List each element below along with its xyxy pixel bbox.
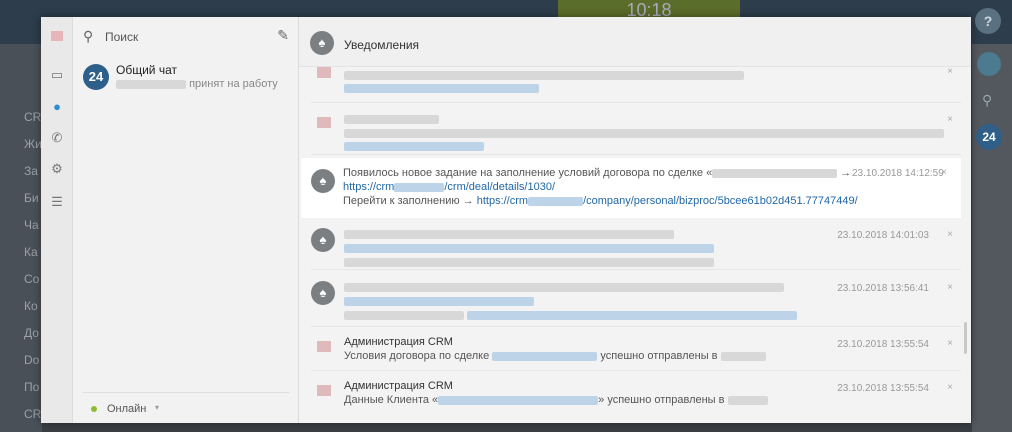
right-chat-badge[interactable]: 24 (976, 124, 1002, 150)
search-icon: ⚲ (83, 28, 94, 44)
right-search-icon[interactable]: ⚲ (982, 92, 992, 109)
online-dot-icon (91, 406, 97, 412)
close-icon[interactable]: × (947, 282, 953, 293)
compose-icon[interactable]: ✎ (277, 27, 289, 44)
bell-icon: ♠ (311, 169, 335, 193)
bg-menu-item: Жи (24, 137, 42, 151)
fill-form-link[interactable]: Перейти к заполнению → https://crm/compa… (343, 195, 858, 207)
notification-date: 23.10.2018 13:55:54 (837, 339, 929, 350)
notification-item: ♠ 23.10.2018 13:56:41 × (311, 273, 961, 327)
close-icon[interactable]: × (941, 167, 947, 178)
messenger-rail: ▭ ● ✆ ⚙ ☰ (41, 17, 73, 423)
notification-item: ♠ 23.10.2018 14:01:03 × (311, 220, 961, 270)
chat-name: Общий чат (116, 63, 177, 77)
close-icon[interactable]: × (947, 114, 953, 125)
sender-avatar (317, 67, 331, 78)
status-selector[interactable]: Онлайн ▾ (83, 392, 289, 415)
notification-item: × (311, 57, 961, 103)
right-bell-icon[interactable] (977, 52, 1001, 76)
bell-icon[interactable]: ● (49, 99, 65, 115)
sender-avatar (317, 117, 331, 128)
bg-menu-item: За (24, 164, 38, 178)
phone-icon[interactable]: ✆ (49, 130, 65, 146)
bell-icon: ♠ (311, 281, 335, 305)
notification-item: Администрация CRM Условия договора по сд… (311, 329, 961, 371)
notification-date: 23.10.2018 13:56:41 (837, 283, 929, 294)
bg-menu-item: CR (24, 407, 42, 421)
bg-menu-item: Ка (24, 245, 38, 259)
chat-icon[interactable]: ▭ (49, 67, 65, 83)
notification-highlighted: ♠ Появилось новое задание на заполнение … (301, 158, 961, 218)
notification-author: Администрация CRM (344, 380, 453, 392)
chat-preview: принят на работу (116, 78, 278, 90)
close-icon[interactable]: × (947, 338, 953, 349)
bell-icon: ♠ (311, 228, 335, 252)
bg-menu-item: Со (24, 272, 40, 286)
close-icon[interactable]: × (947, 229, 953, 240)
bell-icon: ♠ (310, 31, 334, 55)
avatar: 24 (83, 64, 109, 90)
notification-date: 23.10.2018 14:01:03 (837, 230, 929, 241)
scrollbar[interactable] (964, 322, 967, 354)
chat-list-panel: ⚲ Поиск ✎ 24 Общий чат принят на работу … (73, 17, 299, 423)
close-icon[interactable]: × (947, 382, 953, 393)
search-bar[interactable]: ⚲ Поиск ✎ (83, 27, 289, 47)
bg-menu-item: Ко (24, 299, 38, 313)
chevron-down-icon: ▾ (155, 403, 160, 412)
notification-date: 23.10.2018 14:12:59 (852, 168, 944, 179)
background-left-menu: CRM Жи За Би Ча Ка Со Ко До Do По CR (0, 44, 42, 432)
status-label: Онлайн (107, 403, 147, 415)
bg-menu-item: По (24, 380, 40, 394)
list-icon[interactable]: ☰ (49, 194, 65, 210)
notifications-pane: ♠ Уведомления × × ♠ 23.10.2018 14:01:03 … (299, 17, 971, 423)
rail-user-avatar[interactable] (51, 31, 63, 41)
bg-menu-item: До (24, 326, 39, 340)
notification-date: 23.10.2018 13:55:54 (837, 383, 929, 394)
bg-menu-item: Ча (24, 218, 39, 232)
sender-avatar (317, 385, 331, 396)
deal-link[interactable]: https://crm/crm/deal/details/1030/ (343, 181, 555, 193)
close-icon[interactable]: × (947, 66, 953, 77)
page-title: Уведомления (344, 38, 420, 52)
sender-avatar (317, 341, 331, 352)
gear-icon[interactable]: ⚙ (49, 161, 65, 177)
help-button[interactable]: ? (975, 8, 1001, 34)
notification-item: × (311, 105, 961, 155)
bg-menu-item: CRM (24, 110, 42, 124)
messenger-popup: ▭ ● ✆ ⚙ ☰ ⚲ Поиск ✎ 24 Общий чат принят … (41, 17, 971, 423)
notification-text: Появилось новое задание на заполнение ус… (343, 167, 852, 179)
search-input[interactable]: Поиск (105, 30, 138, 44)
notification-author: Администрация CRM (344, 336, 453, 348)
bg-menu-item: Би (24, 191, 39, 205)
chat-item-general[interactable]: 24 Общий чат принят на работу (83, 62, 293, 92)
bg-menu-item: Do (24, 353, 40, 367)
notification-item: Администрация CRM Данные Клиента «» успе… (311, 373, 961, 419)
